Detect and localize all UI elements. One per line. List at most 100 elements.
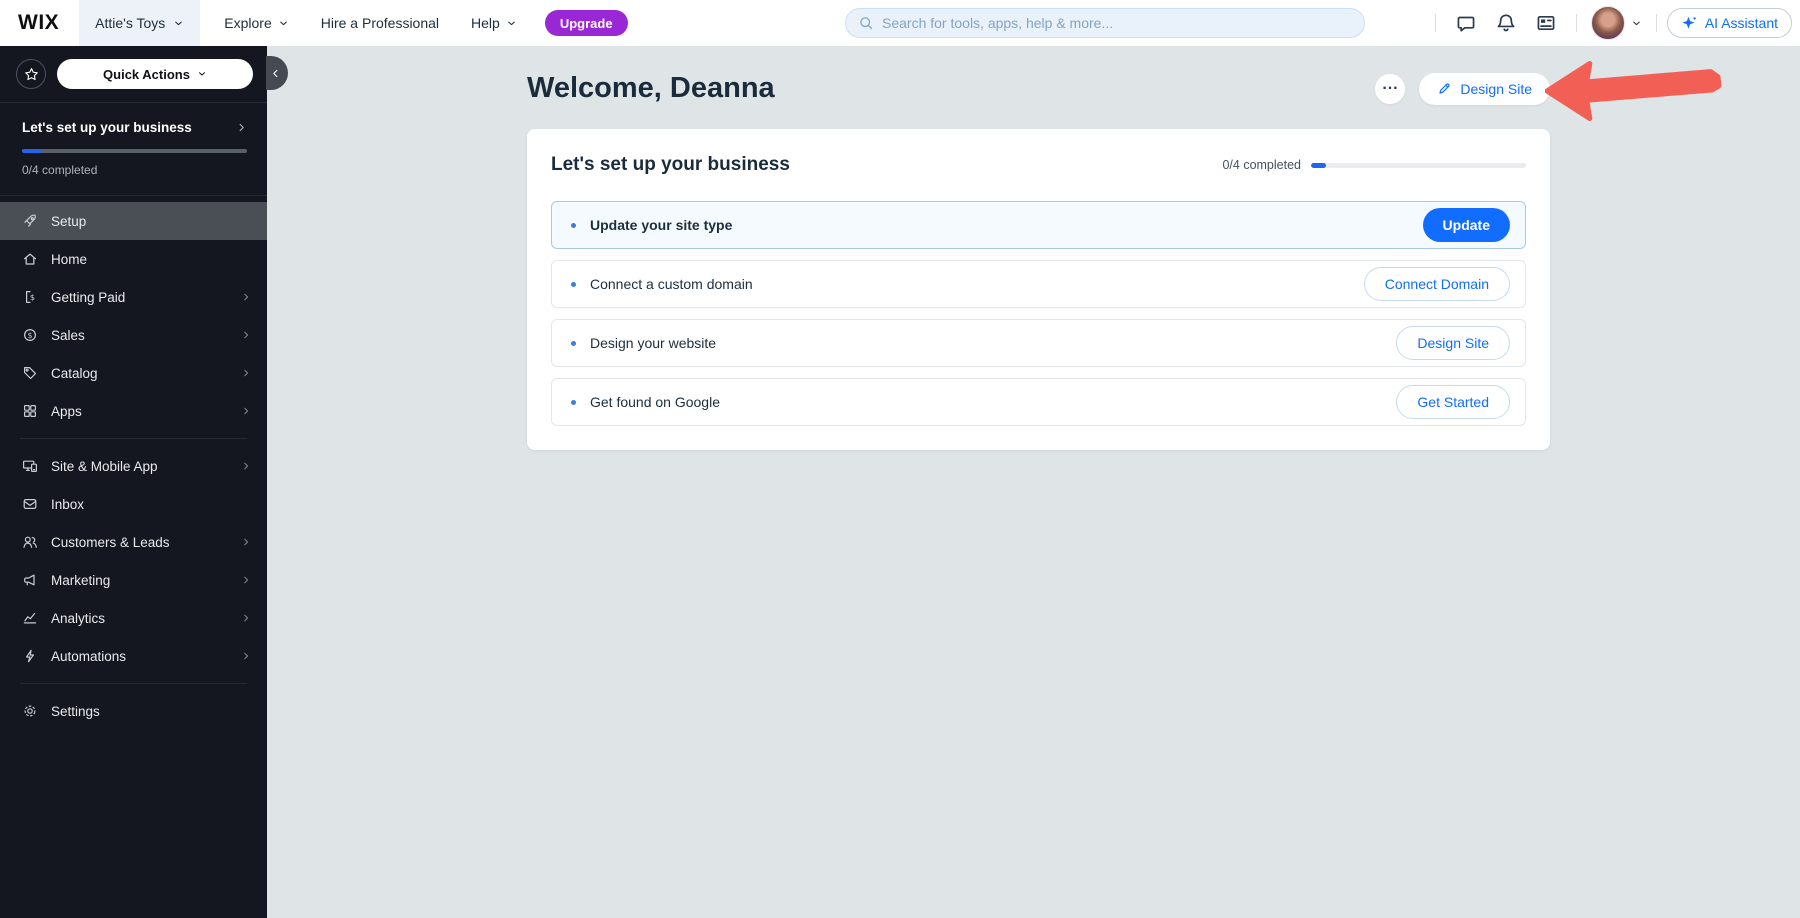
page-title: Welcome, Deanna [527, 72, 775, 104]
task-row-get-found-on-google: Get found on Google Get Started [551, 378, 1526, 426]
chevron-down-icon [506, 18, 517, 29]
avatar[interactable] [1590, 6, 1625, 40]
nav-explore[interactable]: Explore [224, 15, 288, 31]
main-content: Welcome, Deanna ··· Design Site Let's se… [267, 46, 1800, 918]
quick-actions-button[interactable]: Quick Actions [57, 59, 253, 89]
chevron-down-icon [1631, 18, 1642, 29]
sidebar-item-home[interactable]: Home [0, 240, 267, 278]
messages-button[interactable] [1446, 3, 1486, 43]
design-site-button[interactable]: Design Site [1419, 72, 1550, 105]
sidebar-item-settings[interactable]: Settings [0, 692, 267, 730]
divider [1575, 14, 1577, 32]
megaphone-icon [22, 572, 38, 588]
divider [20, 683, 247, 684]
chevron-right-icon [241, 461, 251, 471]
site-name: Attie's Toys [95, 15, 166, 31]
devices-icon [22, 458, 38, 474]
updates-button[interactable] [1526, 3, 1566, 43]
sidebar-item-automations[interactable]: Automations [0, 637, 267, 675]
annotation-arrow [1545, 61, 1722, 122]
setup-card: Let's set up your business 0/4 completed… [527, 129, 1550, 450]
tag-icon [22, 365, 38, 381]
bullet-dot-icon [571, 281, 576, 287]
sparkle-icon [1681, 15, 1698, 32]
sidebar-item-setup[interactable]: Setup [0, 202, 267, 240]
site-switcher[interactable]: Attie's Toys [79, 0, 201, 46]
favorites-button[interactable] [16, 59, 46, 89]
chevron-left-icon [270, 68, 281, 79]
page-header: Welcome, Deanna ··· Design Site [527, 46, 1550, 129]
sidebar-item-inbox[interactable]: Inbox [0, 485, 267, 523]
chevron-down-icon [197, 69, 207, 79]
wix-logo[interactable]: WIX [18, 11, 59, 35]
account-menu[interactable] [1590, 6, 1642, 40]
messages-icon [1455, 12, 1477, 34]
nav-help[interactable]: Help [471, 15, 517, 31]
star-icon [24, 67, 39, 82]
ai-assistant-button[interactable]: AI Assistant [1666, 8, 1792, 38]
sidebar-item-site-mobile-app[interactable]: Site & Mobile App [0, 447, 267, 485]
apps-icon [22, 403, 38, 419]
chart-icon [22, 610, 38, 626]
rocket-icon [22, 213, 38, 229]
card-progress: 0/4 completed [1222, 158, 1526, 172]
search-bar[interactable] [845, 8, 1365, 38]
chevron-right-icon [241, 406, 251, 416]
sidebar-setup-progress[interactable]: Let's set up your business 0/4 completed [0, 103, 267, 195]
sidebar: Quick Actions Let's set up your business… [0, 46, 288, 918]
design-site-button[interactable]: Design Site [1396, 326, 1510, 360]
nav-hire-a-professional[interactable]: Hire a Professional [321, 15, 439, 31]
card-completed-text: 0/4 completed [1222, 158, 1301, 172]
invoice-icon [22, 289, 38, 305]
progress-fill [22, 149, 43, 153]
task-list: Update your site type Update Connect a c… [551, 201, 1526, 426]
chevron-right-icon [241, 651, 251, 661]
chevron-right-icon [241, 613, 251, 623]
home-icon [22, 251, 38, 267]
task-row-design-your-website: Design your website Design Site [551, 319, 1526, 367]
update-button[interactable]: Update [1422, 208, 1510, 242]
notifications-icon [1495, 12, 1517, 34]
chevron-right-icon [241, 575, 251, 585]
upgrade-button[interactable]: Upgrade [544, 10, 628, 36]
chevron-right-icon [241, 292, 251, 302]
card-title: Let's set up your business [551, 154, 790, 175]
sidebar-item-catalog[interactable]: Catalog [0, 354, 267, 392]
task-row-update-your-site-type: Update your site type Update [551, 201, 1526, 249]
envelope-icon [22, 496, 38, 512]
sidebar-menu: Setup Home Getting Paid Sales Catalog Ap… [0, 196, 267, 730]
search-input[interactable] [882, 15, 1352, 31]
divider [20, 438, 247, 439]
chevron-right-icon [241, 330, 251, 340]
bullet-dot-icon [571, 340, 576, 346]
sidebar-item-customers-leads[interactable]: Customers & Leads [0, 523, 267, 561]
sidebar-item-marketing[interactable]: Marketing [0, 561, 267, 599]
divider [1434, 14, 1436, 32]
progress-completed-text: 0/4 completed [22, 163, 98, 177]
topbar: WIX Attie's Toys Explore Hire a Professi… [0, 0, 1800, 46]
sidebar-item-apps[interactable]: Apps [0, 392, 267, 430]
progress-track [1311, 162, 1526, 168]
connect-domain-button[interactable]: Connect Domain [1363, 267, 1510, 301]
topbar-nav: Explore Hire a Professional Help [224, 15, 517, 31]
sidebar-item-getting-paid[interactable]: Getting Paid [0, 278, 267, 316]
bolt-icon [22, 648, 38, 664]
chevron-right-icon [241, 368, 251, 378]
people-icon [22, 534, 38, 550]
search-icon [858, 15, 874, 31]
chevron-down-icon [278, 18, 289, 29]
notifications-button[interactable] [1486, 3, 1526, 43]
pencil-icon [1437, 81, 1452, 96]
sidebar-item-sales[interactable]: Sales [0, 316, 267, 354]
header-actions: ··· Design Site [1375, 72, 1550, 105]
setup-progress-title: Let's set up your business [22, 120, 192, 135]
get-started-button[interactable]: Get Started [1396, 385, 1510, 419]
setup-card-header: Let's set up your business 0/4 completed [551, 154, 1526, 176]
updates-icon [1535, 12, 1557, 34]
divider [1655, 14, 1657, 32]
quick-actions-row: Quick Actions [0, 46, 267, 102]
progress-track [22, 149, 247, 153]
chevron-right-icon [236, 122, 247, 133]
more-actions-button[interactable]: ··· [1375, 73, 1406, 104]
sidebar-item-analytics[interactable]: Analytics [0, 599, 267, 637]
